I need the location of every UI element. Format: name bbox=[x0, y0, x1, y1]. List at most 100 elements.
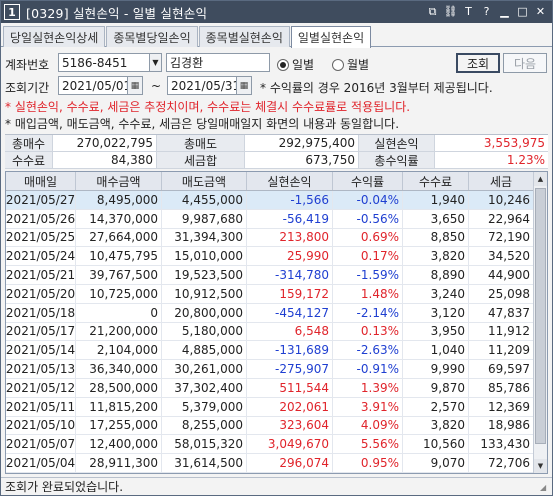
tab-daily-realized[interactable]: 일별실현손익 bbox=[290, 26, 372, 48]
tab-intraday-detail[interactable]: 당일실현손익상세 bbox=[3, 26, 106, 47]
cell-buy-amount: 0 bbox=[76, 303, 162, 322]
resize-grip-icon[interactable]: ◢ bbox=[540, 483, 550, 493]
cell-tax: 47,837 bbox=[469, 303, 534, 322]
cell-fee: 3,650 bbox=[403, 209, 469, 228]
table-row[interactable]: 2021/05/25 27,664,000 31,394,300 213,800 0.6… bbox=[5, 228, 534, 248]
cell-buy-amount: 10,725,000 bbox=[76, 284, 162, 303]
maximize-icon[interactable]: □ bbox=[515, 4, 530, 19]
cell-realized-pnl: 3,049,670 bbox=[247, 435, 333, 454]
table-row[interactable]: 2021/05/12 28,500,000 37,302,400 511,544 1.3… bbox=[6, 378, 534, 398]
table-row[interactable]: 2021/05/20 10,725,000 10,912,500 159,172 1.4… bbox=[6, 284, 534, 304]
cell-sell-amount: 5,180,000 bbox=[162, 322, 247, 341]
help-icon[interactable]: ? bbox=[479, 4, 494, 19]
radio-monthly[interactable]: 월별 bbox=[332, 56, 369, 73]
vertical-scrollbar[interactable]: ▲ ▼ bbox=[533, 172, 547, 473]
title-buttons: ⧉ ⛓ T ? ▁ □ ✕ bbox=[425, 4, 548, 19]
cell-realized-pnl: 159,172 bbox=[247, 284, 333, 303]
radio-monthly-dot[interactable] bbox=[332, 58, 344, 71]
table-row[interactable]: 2021/05/10 17,255,000 8,255,000 323,604 4.09… bbox=[6, 416, 534, 436]
account-label: 계좌번호 bbox=[5, 58, 50, 72]
daily-pnl-table[interactable]: 매매일 매수금액 매도금액 실현손익 수익률 수수료 세금 2021/05/27… bbox=[5, 171, 548, 474]
table-row[interactable]: 2021/05/21 39,767,500 19,523,500 -314,780 -1… bbox=[6, 266, 534, 285]
cell-fee: 3,950 bbox=[403, 322, 469, 341]
tab-stock-realized[interactable]: 종목별실현손익 bbox=[198, 26, 290, 47]
cell-tax: 10,246 bbox=[469, 191, 534, 209]
cell-realized-pnl: 323,604 bbox=[247, 416, 333, 435]
cell-date: 2021/05/21 bbox=[5, 266, 76, 284]
cell-date: 2021/05/25 bbox=[5, 228, 76, 247]
cell-sell-amount: 31,614,500 bbox=[162, 454, 247, 472]
chevron-down-icon[interactable]: ▼ bbox=[149, 53, 162, 72]
table-row[interactable]: 2021/05/17 21,200,000 5,180,000 6,548 0.13% 3… bbox=[6, 322, 534, 342]
cell-fee: 3,240 bbox=[403, 284, 469, 303]
radio-daily-dot[interactable] bbox=[277, 58, 289, 71]
cell-return-rate: 3.91% bbox=[333, 397, 403, 416]
calendar-icon[interactable]: ▦ bbox=[236, 76, 252, 95]
total-return-value: 1.23% bbox=[435, 152, 548, 168]
table-row[interactable]: 2021/05/04 28,911,300 31,614,500 296,074 0.9… bbox=[6, 454, 534, 473]
cell-return-rate: 5.56% bbox=[333, 435, 403, 454]
cell-sell-amount: 8,255,000 bbox=[162, 416, 247, 435]
date-to-input[interactable]: 2021/05/31 bbox=[167, 76, 240, 95]
table-row[interactable]: 2021/05/07 12,400,000 58,015,320 3,049,670 5… bbox=[6, 435, 534, 455]
col-sell-amount[interactable]: 매도금액 bbox=[162, 172, 247, 190]
table-row[interactable]: 2021/05/18 0 20,800,000 -454,127 -2.14% 3,120… bbox=[6, 303, 534, 323]
tab-bar: 당일실현손익상세 종목별당일손익 종목별실현손익 일별실현손익 bbox=[1, 25, 552, 48]
table-row[interactable]: 2021/05/26 14,370,000 9,987,680 -56,419 -0.5… bbox=[6, 209, 534, 229]
next-button[interactable]: 다음 bbox=[503, 53, 547, 73]
minimize-icon[interactable]: ▁ bbox=[497, 4, 512, 19]
search-button[interactable]: 조회 bbox=[456, 53, 500, 73]
cell-return-rate: 1.39% bbox=[333, 378, 403, 397]
cell-date: 2021/05/11 bbox=[5, 397, 76, 416]
note-same-content: * 매입금액, 매도금액, 수수료, 세금은 당일매매일지 화면의 내용과 동일… bbox=[5, 117, 400, 131]
cell-tax: 12,369 bbox=[469, 397, 534, 416]
scroll-down-icon[interactable]: ▼ bbox=[534, 459, 547, 473]
cell-date: 2021/05/13 bbox=[5, 360, 76, 378]
cell-buy-amount: 28,911,300 bbox=[76, 454, 162, 472]
cell-realized-pnl: 25,990 bbox=[247, 247, 333, 266]
total-sell-label: 총매도 bbox=[157, 135, 245, 151]
table-row[interactable]: 2021/05/27 8,495,000 4,455,000 -1,566 -0.04%… bbox=[6, 191, 534, 210]
table-body: 2021/05/27 8,495,000 4,455,000 -1,566 -0.04%… bbox=[6, 191, 534, 473]
scroll-up-icon[interactable]: ▲ bbox=[534, 172, 547, 186]
cell-realized-pnl: -454,127 bbox=[247, 303, 333, 322]
cell-buy-amount: 11,815,200 bbox=[76, 397, 162, 416]
cell-buy-amount: 12,400,000 bbox=[76, 435, 162, 454]
table-row[interactable]: 2021/05/11 11,815,200 5,379,000 202,061 3.91… bbox=[5, 397, 534, 417]
col-realized-pnl[interactable]: 실현손익 bbox=[247, 172, 333, 190]
cell-return-rate: 0.17% bbox=[333, 247, 403, 266]
table-row[interactable]: 2021/05/24 10,475,795 15,010,000 25,990 0.17… bbox=[6, 247, 534, 267]
restore-icon[interactable]: ⧉ bbox=[425, 4, 440, 19]
font-icon[interactable]: T bbox=[461, 4, 476, 19]
date-separator: ~ bbox=[151, 79, 162, 93]
cell-return-rate: -0.91% bbox=[333, 360, 403, 378]
close-icon[interactable]: ✕ bbox=[533, 4, 548, 19]
table-row[interactable]: 2021/05/14 2,104,000 4,885,000 -131,689 -2.6… bbox=[5, 341, 534, 361]
cell-sell-amount: 15,010,000 bbox=[162, 247, 247, 266]
cell-date: 2021/05/14 bbox=[5, 341, 76, 360]
col-fee[interactable]: 수수료 bbox=[403, 172, 469, 190]
cell-return-rate: 0.95% bbox=[333, 454, 403, 472]
col-buy-amount[interactable]: 매수금액 bbox=[76, 172, 162, 190]
status-text: 조회가 완료되었습니다. bbox=[5, 480, 124, 494]
col-return-rate[interactable]: 수익률 bbox=[333, 172, 403, 190]
tab-stock-intraday[interactable]: 종목별당일손익 bbox=[106, 26, 198, 47]
link-icon[interactable]: ⛓ bbox=[443, 4, 458, 19]
cell-fee: 3,820 bbox=[403, 416, 469, 435]
cell-return-rate: 4.09% bbox=[333, 416, 403, 435]
calendar-icon[interactable]: ▦ bbox=[127, 76, 143, 95]
col-date[interactable]: 매매일 bbox=[6, 172, 76, 190]
cell-fee: 1,040 bbox=[403, 341, 469, 360]
cell-sell-amount: 31,394,300 bbox=[162, 228, 247, 247]
radio-daily[interactable]: 일별 bbox=[277, 56, 314, 73]
account-input[interactable]: 5186-8451 bbox=[58, 53, 150, 72]
cell-sell-amount: 9,987,680 bbox=[162, 209, 247, 228]
table-row[interactable]: 2021/05/13 36,340,000 30,261,000 -275,907 -0… bbox=[6, 360, 534, 379]
date-from-input[interactable]: 2021/05/01 bbox=[58, 76, 131, 95]
cell-return-rate: 0.69% bbox=[333, 228, 403, 247]
col-tax[interactable]: 세금 bbox=[469, 172, 534, 190]
cell-realized-pnl: 213,800 bbox=[247, 228, 333, 247]
scroll-thumb[interactable] bbox=[535, 188, 546, 444]
fee-value: 84,380 bbox=[53, 152, 157, 168]
cell-sell-amount: 4,885,000 bbox=[162, 341, 247, 360]
